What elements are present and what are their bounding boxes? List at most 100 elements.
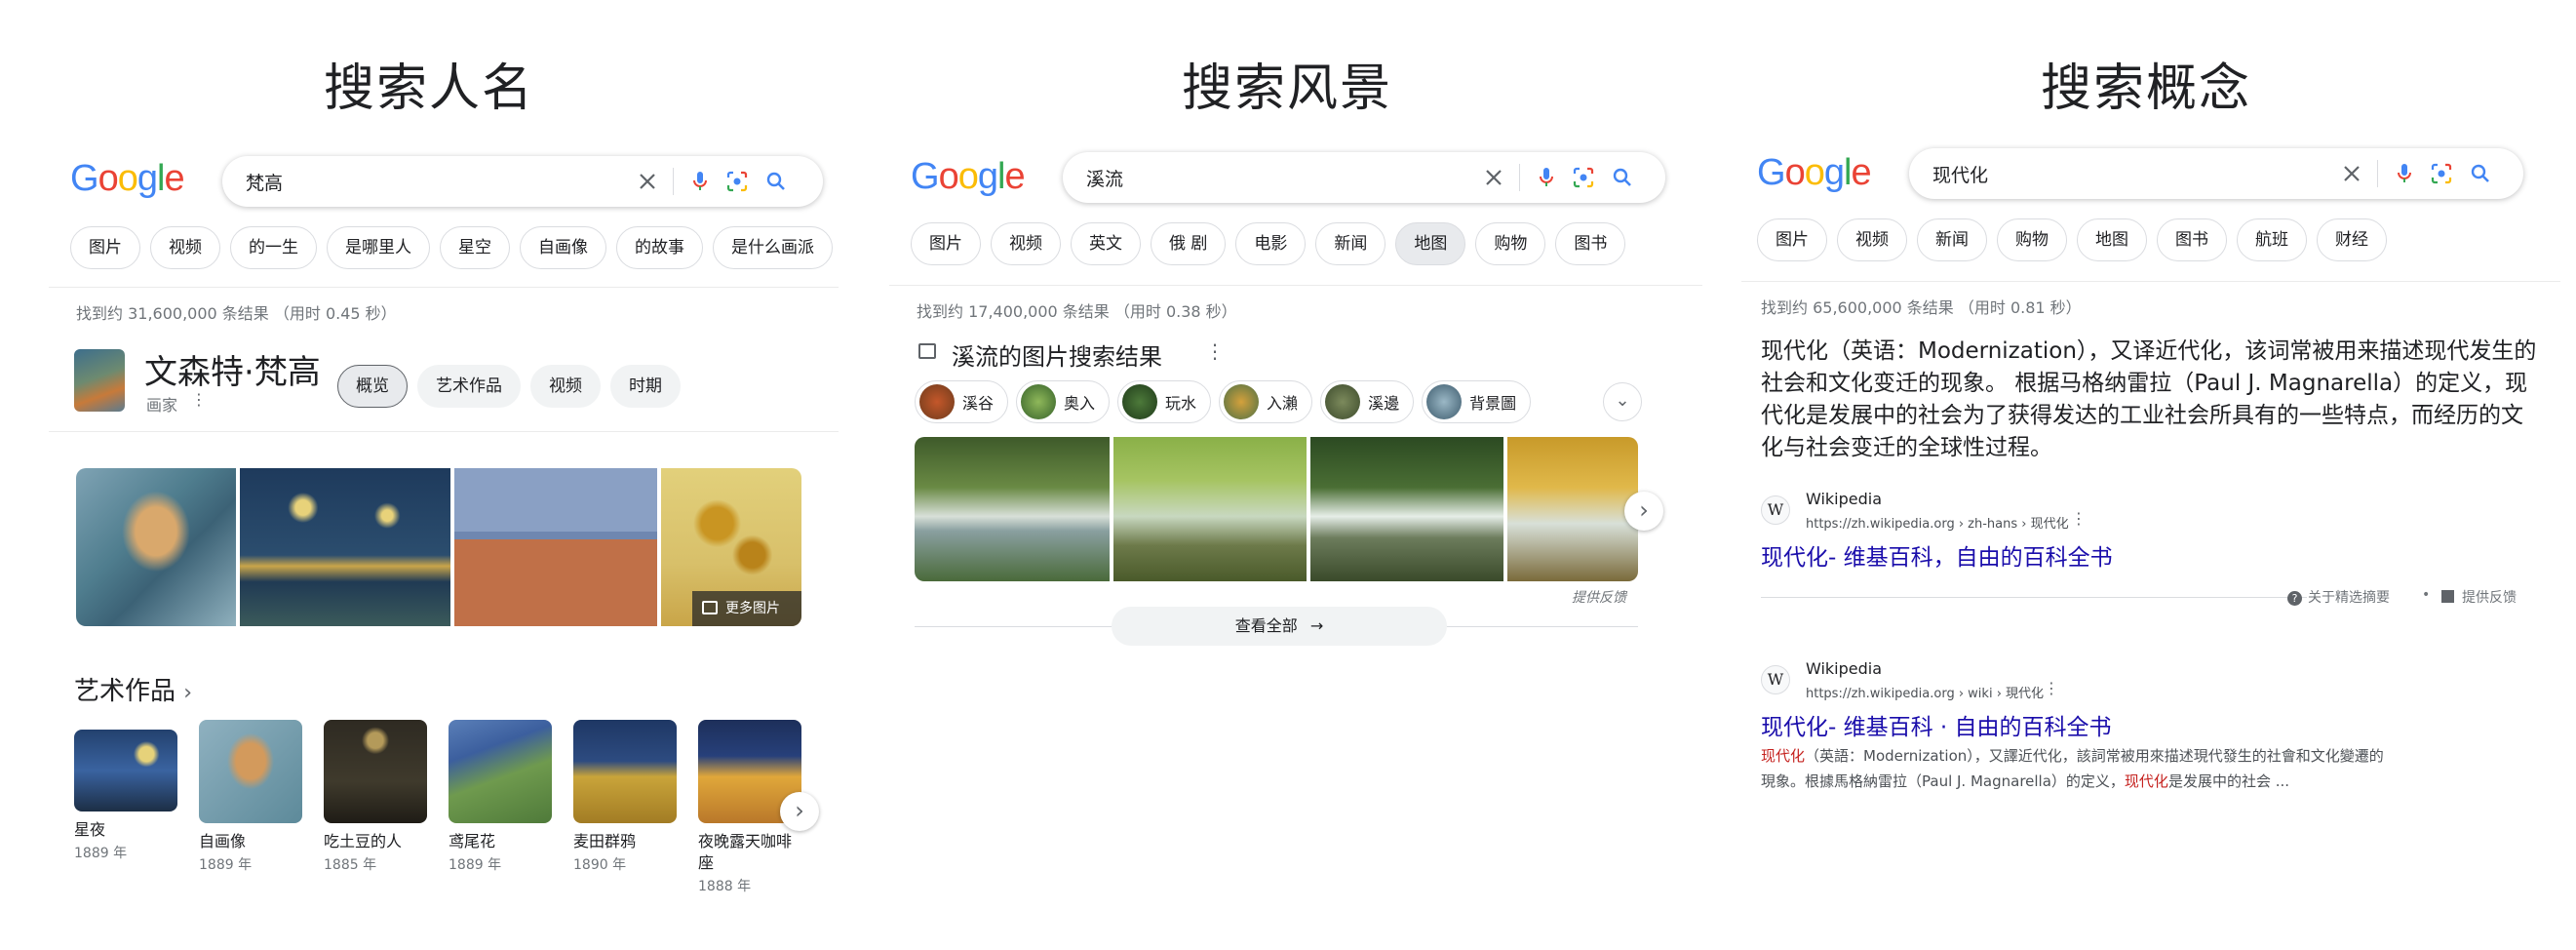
tab-overview[interactable]: 概览 <box>337 365 408 408</box>
wikipedia-favicon: W <box>1761 495 1790 525</box>
result-title-link[interactable]: 现代化- 维基百科 · 自由的百科全书 <box>1761 708 2112 741</box>
wikipedia-favicon: W <box>1761 665 1790 694</box>
filter-chip[interactable]: 背景圖 <box>1422 380 1532 423</box>
filter-chip[interactable]: 入瀨 <box>1219 380 1313 423</box>
stream-image[interactable] <box>915 437 1110 581</box>
artworks-title[interactable]: 艺术作品 › <box>74 671 192 707</box>
chip-news[interactable]: 新闻 <box>1917 218 1987 261</box>
entity-subtitle: 画家 <box>146 396 178 415</box>
chip-news[interactable]: 新闻 <box>1315 222 1386 265</box>
filter-chips: 图片 视频 的一生 是哪里人 星空 自画像 的故事 是什么画派 死因 <box>70 226 840 269</box>
lens-icon[interactable] <box>725 170 749 193</box>
search-input[interactable]: 溪流 <box>1086 165 1123 191</box>
more-vert-icon[interactable]: ⋮ <box>2071 509 2087 528</box>
artwork-name: 夜晚露天咖啡座 <box>698 832 793 872</box>
view-all-label: 查看全部 <box>1234 616 1298 635</box>
chip-images[interactable]: 图片 <box>1757 218 1827 261</box>
clear-icon[interactable] <box>2340 162 2363 185</box>
image-starry-rhone[interactable] <box>240 468 450 626</box>
filter-chip[interactable]: 溪谷 <box>915 380 1009 423</box>
entity-title: 文森特·梵高 <box>144 353 321 392</box>
chip-story[interactable]: 的故事 <box>616 226 703 269</box>
google-logo[interactable]: Google <box>1757 152 1872 194</box>
search-icon[interactable] <box>2469 162 2492 185</box>
tab-artworks[interactable]: 艺术作品 <box>417 365 521 408</box>
stream-image[interactable] <box>1310 437 1503 581</box>
search-input[interactable]: 梵高 <box>246 169 283 195</box>
image-bedroom[interactable] <box>454 468 657 626</box>
microphone-icon[interactable] <box>2393 162 2416 185</box>
chip-school[interactable]: 是什么画派 <box>713 226 833 269</box>
lens-icon[interactable] <box>1572 166 1595 189</box>
filter-chip[interactable]: 奥入 <box>1016 380 1111 423</box>
image-filters: 溪谷 奥入 玩水 入瀨 溪邊 背景圖 <box>915 380 1532 423</box>
chip-selfportrait[interactable]: 自画像 <box>520 226 606 269</box>
chip-videos[interactable]: 视频 <box>150 226 220 269</box>
result-source: Wikipedia <box>1806 659 1883 678</box>
chip-english[interactable]: 英文 <box>1071 222 1141 265</box>
panel-search-concept: 搜索概念 Google 现代化 图片 视频 新闻 购物 地图 图书 航班 财经 … <box>1716 0 2576 950</box>
feedback-link[interactable]: 提供反馈 <box>2441 587 2517 607</box>
clear-icon[interactable] <box>636 170 659 193</box>
divider <box>1741 281 2560 282</box>
artwork-card[interactable]: 自画像 1889 年 <box>199 720 302 874</box>
chip-shopping[interactable]: 购物 <box>1475 222 1546 265</box>
chip-starry[interactable]: 星空 <box>440 226 510 269</box>
google-logo[interactable]: Google <box>911 156 1026 198</box>
feedback-link[interactable]: 提供反馈 <box>1572 587 1626 607</box>
more-images-button[interactable]: 更多图片 <box>692 591 801 626</box>
chip-flights[interactable]: 航班 <box>2237 218 2307 261</box>
microphone-icon[interactable] <box>688 170 712 193</box>
search-input[interactable]: 现代化 <box>1932 161 1988 187</box>
search-icon[interactable] <box>764 170 788 193</box>
search-box[interactable]: 溪流 <box>1063 152 1665 203</box>
entity-thumbnail[interactable] <box>74 349 125 412</box>
search-box[interactable]: 梵高 <box>222 156 823 207</box>
images-section-title[interactable]: 溪流的图片搜索结果 <box>952 337 1162 372</box>
chip-hometown[interactable]: 是哪里人 <box>327 226 430 269</box>
filter-thumb <box>1325 384 1361 419</box>
divider <box>2377 160 2378 187</box>
tab-periods[interactable]: 时期 <box>610 365 681 408</box>
microphone-icon[interactable] <box>1535 166 1558 189</box>
search-icon[interactable] <box>1611 166 1634 189</box>
about-snippets-link[interactable]: ? 关于精选摘要 <box>2287 587 2390 607</box>
expand-filters-button[interactable]: ⌄ <box>1603 382 1642 421</box>
chip-maps[interactable]: 地图 <box>1395 222 1466 265</box>
chip-drama[interactable]: 俄 剧 <box>1151 222 1227 265</box>
chip-videos[interactable]: 视频 <box>991 222 1061 265</box>
chip-images[interactable]: 图片 <box>70 226 140 269</box>
google-logo[interactable]: Google <box>70 158 185 200</box>
chip-shopping[interactable]: 购物 <box>1997 218 2067 261</box>
chip-books[interactable]: 图书 <box>1555 222 1626 265</box>
chip-images[interactable]: 图片 <box>911 222 981 265</box>
chip-life[interactable]: 的一生 <box>230 226 317 269</box>
artwork-card[interactable]: 麦田群鸦 1890 年 <box>573 720 677 874</box>
artwork-card[interactable]: 星夜 1889 年 <box>74 720 177 862</box>
lens-icon[interactable] <box>2430 162 2453 185</box>
chip-videos[interactable]: 视频 <box>1837 218 1907 261</box>
tab-videos[interactable]: 视频 <box>530 365 601 408</box>
artwork-card[interactable]: 鸢尾花 1889 年 <box>449 720 552 874</box>
next-arrow-button[interactable]: › <box>1624 492 1663 531</box>
more-vert-icon[interactable]: ⋮ <box>2044 679 2059 697</box>
stream-image[interactable] <box>1113 437 1307 581</box>
search-box[interactable]: 现代化 <box>1909 148 2523 199</box>
next-arrow-button[interactable]: › <box>780 792 819 831</box>
filter-chip[interactable]: 玩水 <box>1117 380 1212 423</box>
stream-image[interactable] <box>1507 437 1638 581</box>
chip-books[interactable]: 图书 <box>2157 218 2227 261</box>
highlight-term: 现代化 <box>2124 772 2168 790</box>
image-selfportrait[interactable] <box>76 468 236 626</box>
chip-movies[interactable]: 电影 <box>1235 222 1307 265</box>
artwork-card[interactable]: 吃土豆的人 1885 年 <box>324 720 427 874</box>
chip-maps[interactable]: 地图 <box>2077 218 2147 261</box>
clear-icon[interactable] <box>1482 166 1505 189</box>
more-vert-icon[interactable]: ⋮ <box>1205 339 1225 363</box>
result-title-link[interactable]: 现代化- 维基百科，自由的百科全书 <box>1761 538 2113 572</box>
view-all-button[interactable]: 查看全部 → <box>1112 607 1447 646</box>
chip-finance[interactable]: 财经 <box>2317 218 2387 261</box>
filter-chip[interactable]: 溪邊 <box>1320 380 1415 423</box>
more-vert-icon[interactable]: ⋮ <box>191 390 207 409</box>
image-icon <box>918 343 936 359</box>
